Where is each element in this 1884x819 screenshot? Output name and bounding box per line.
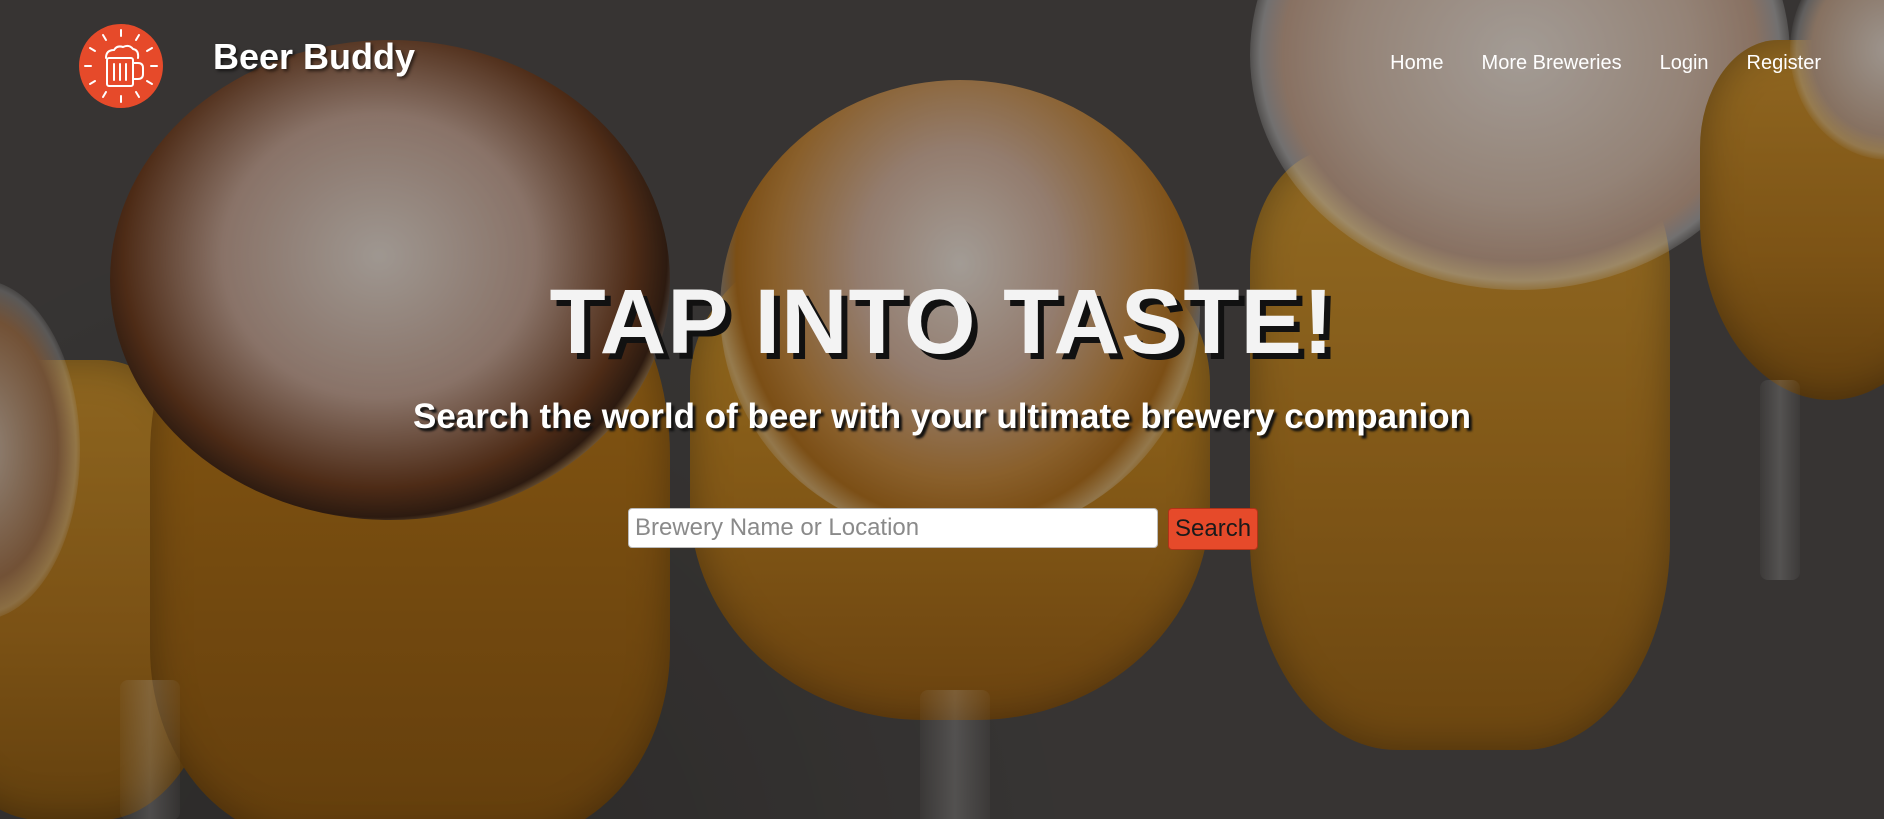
site-title[interactable]: Beer Buddy bbox=[213, 36, 415, 78]
nav-link-home[interactable]: Home bbox=[1390, 52, 1443, 75]
hero-headline: TAP INTO TASTE! bbox=[549, 271, 1335, 373]
site-header: Beer Buddy Home More Breweries Login Reg… bbox=[0, 0, 1884, 120]
search-form: Search bbox=[628, 508, 1259, 550]
main-nav: Home More Breweries Login Register bbox=[1390, 52, 1821, 75]
search-button[interactable]: Search bbox=[1168, 508, 1259, 550]
nav-link-register[interactable]: Register bbox=[1747, 52, 1821, 75]
search-input[interactable] bbox=[628, 508, 1158, 548]
nav-link-login[interactable]: Login bbox=[1660, 52, 1709, 75]
hero-section: Beer Buddy Home More Breweries Login Reg… bbox=[0, 0, 1884, 819]
beer-mug-icon bbox=[84, 29, 158, 103]
logo[interactable] bbox=[79, 24, 163, 108]
hero-subheadline: Search the world of beer with your ultim… bbox=[413, 397, 1471, 436]
nav-link-more-breweries[interactable]: More Breweries bbox=[1482, 52, 1622, 75]
